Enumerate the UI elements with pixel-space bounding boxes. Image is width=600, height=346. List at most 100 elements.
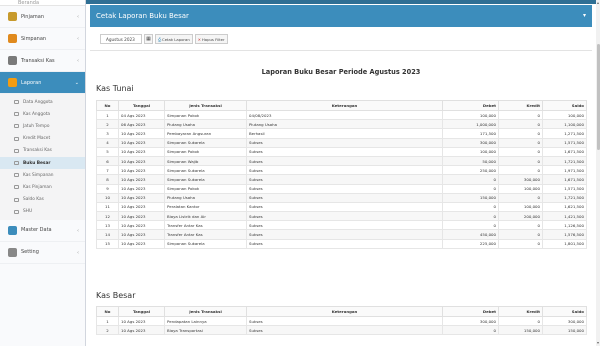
table-row: 7 10 Ags 2023 Simpanan Sukarela Sukses 250,0…: [96, 165, 587, 176]
exchange-icon: [8, 56, 17, 65]
table-row: 15 10 Ags 2023 Simpanan Sukarela Sukses 225,…: [96, 238, 587, 249]
period-input[interactable]: Agustus 2023: [100, 33, 142, 44]
cell-keterangan: Sukses: [246, 192, 443, 203]
cell-keterangan: Berhasil: [246, 128, 443, 139]
table-header-row: No Tanggal Jenis Transaksi Keterangan Debet K…: [96, 100, 587, 111]
cell-kredit: 0: [498, 165, 543, 176]
cell-keterangan: Piutang Usaha: [246, 119, 443, 130]
database-icon: [8, 225, 17, 235]
cell-no: 9: [96, 183, 119, 194]
cell-debet: 0: [442, 201, 499, 213]
cell-keterangan: Sukses: [246, 174, 443, 185]
cell-no: 11: [96, 201, 119, 213]
submenu-item-kas-simpanan[interactable]: Kas Simpanan: [0, 169, 85, 181]
cell-tanggal: 10 Ags 2023: [118, 201, 165, 213]
submenu-item-shu[interactable]: SHU: [0, 206, 85, 218]
cell-jenis: Simpanan Sukarela: [164, 174, 247, 185]
cell-saldo: 100,000: [542, 109, 587, 121]
cell-debet: 1,000,000: [442, 119, 499, 130]
cell-jenis: Simpanan Pokok: [164, 146, 247, 157]
main-content: Cetak Laporan Buku Besar ▾ Agustus 2023 …: [86, 0, 596, 346]
wrench-icon: [8, 247, 17, 257]
scroll-up-icon[interactable]: ▴: [596, 0, 600, 6]
submenu-item-buku-besar[interactable]: Buku Besar: [0, 156, 85, 170]
sidebar-item-laporan[interactable]: Laporan ⌄: [0, 72, 85, 94]
calendar-icon[interactable]: ▦: [144, 33, 153, 44]
cell-no: 2: [96, 119, 119, 130]
cell-no: 13: [96, 220, 119, 231]
panel-header: Cetak Laporan Buku Besar ▾: [90, 5, 592, 27]
cell-saldo: 1,621,500: [542, 201, 587, 213]
submenu-item-icon: [14, 185, 19, 190]
cell-no: 4: [96, 137, 119, 148]
cell-keterangan: 04/08/2023: [246, 109, 443, 121]
ledger-table-kas-besar: No Tanggal Jenis Transaksi Keterangan Debet K…: [96, 306, 587, 336]
chevron-left-icon: ‹: [77, 227, 79, 234]
table-row: 1 10 Ags 2023 Pendapatan Lainnya Sukses 300,…: [96, 315, 587, 327]
scroll-down-icon[interactable]: ▾: [596, 340, 600, 346]
chevron-left-icon: ‹: [77, 249, 79, 256]
cell-jenis: Transfer Antar Kas: [164, 229, 247, 240]
submenu-item-kas-anggota[interactable]: Kas Anggota: [0, 108, 85, 120]
cell-no: 15: [96, 238, 119, 249]
sidebar-item-master-data[interactable]: Master Data ‹: [0, 220, 85, 242]
page-title: Cetak Laporan Buku Besar: [96, 12, 189, 20]
cell-debet: 150,000: [442, 192, 499, 203]
cell-jenis: Peralatan Kantor: [164, 201, 247, 213]
submenu-item-kredit-macet[interactable]: Kredit Macet: [0, 133, 85, 145]
submenu-item-label: Kredit Macet: [23, 136, 51, 142]
submenu-item-icon: [14, 197, 19, 202]
cell-saldo: 1,801,500: [542, 238, 587, 249]
app-window: Beranda Pinjaman ‹ Simpanan ‹ Transaksi Kas ‹…: [0, 0, 600, 346]
cell-jenis: Simpanan Pokok: [164, 183, 247, 194]
sidebar-item-setting[interactable]: Setting ‹: [0, 242, 85, 264]
table-row: 13 10 Ags 2023 Transfer Antar Kas Sukses 0 0 1…: [96, 220, 587, 231]
submenu-item-icon: [14, 112, 19, 117]
chevron-left-icon: ‹: [77, 36, 79, 42]
sidebar: Beranda Pinjaman ‹ Simpanan ‹ Transaksi Kas ‹…: [0, 0, 86, 346]
submenu-item-label: Transaksi Kas: [23, 148, 52, 154]
cell-keterangan: Sukses: [246, 201, 443, 213]
cell-kredit: 100,000: [498, 183, 543, 194]
table-row: 8 10 Ags 2023 Simpanan Sukarela Sukses 0 300,…: [96, 174, 587, 185]
cell-tanggal: 10 Ags 2023: [118, 128, 165, 139]
sidebar-item-label: Transaksi Kas: [21, 57, 55, 64]
column-header-saldo: Saldo: [542, 100, 587, 111]
column-header-jenis: Jenis Transaksi: [164, 100, 247, 111]
cell-debet: 100,000: [442, 146, 499, 157]
submenu-item-data-anggota[interactable]: Data Anggota: [0, 96, 85, 108]
cell-debet: 0: [442, 211, 499, 222]
submenu-item-jatuh-tempo[interactable]: Jatuh Tempo: [0, 120, 85, 132]
submenu-item-label: Kas Simpanan: [23, 172, 54, 178]
laporan-submenu: Data Anggota Kas Anggota Jatuh Tempo Kredit…: [0, 94, 85, 220]
print-report-button[interactable]: ⎙Cetak Laporan: [155, 33, 193, 44]
sidebar-item-label: Laporan: [21, 79, 42, 86]
sidebar-item-pinjaman[interactable]: Pinjaman ‹: [0, 6, 85, 28]
collapse-caret-icon[interactable]: ▾: [583, 5, 586, 27]
cell-jenis: Simpanan Wajib: [164, 155, 247, 167]
submenu-item-kas-pinjaman[interactable]: Kas Pinjaman: [0, 181, 85, 193]
scrollbar[interactable]: ▴ ▾: [596, 0, 600, 346]
cell-tanggal: 10 Ags 2023: [118, 146, 165, 157]
column-header-kredit: Kredit: [498, 100, 543, 111]
clear-filter-button[interactable]: ✕Hapus Filter: [194, 33, 228, 44]
cell-saldo: 1,671,500: [542, 174, 587, 185]
table-header-row: No Tanggal Jenis Transaksi Keterangan Debet K…: [96, 306, 587, 317]
sidebar-item-transaksi-kas[interactable]: Transaksi Kas ‹: [0, 50, 85, 72]
wallet-icon: [8, 34, 17, 43]
sidebar-item-simpanan[interactable]: Simpanan ‹: [0, 28, 85, 50]
cell-saldo: 1,576,500: [542, 229, 587, 240]
submenu-item-saldo-kas[interactable]: Saldo Kas: [0, 194, 85, 206]
cell-kredit: 0: [498, 220, 543, 231]
column-header-tanggal: Tanggal: [118, 306, 165, 317]
submenu-item-transaksi-kas[interactable]: Transaksi Kas: [0, 145, 85, 157]
column-header-keterangan: Keterangan: [246, 100, 443, 111]
cell-keterangan: Sukses: [246, 229, 443, 240]
sidebar-item-label: Master Data: [21, 227, 52, 234]
cell-tanggal: 10 Ags 2023: [118, 229, 165, 240]
scroll-thumb[interactable]: [596, 44, 600, 150]
table-row: 2 06 Ags 2023 Piutang Usaha Piutang Usaha 1,…: [96, 119, 587, 130]
column-header-saldo: Saldo: [542, 306, 587, 317]
submenu-item-label: Jatuh Tempo: [23, 123, 50, 129]
submenu-item-icon: [14, 209, 19, 214]
